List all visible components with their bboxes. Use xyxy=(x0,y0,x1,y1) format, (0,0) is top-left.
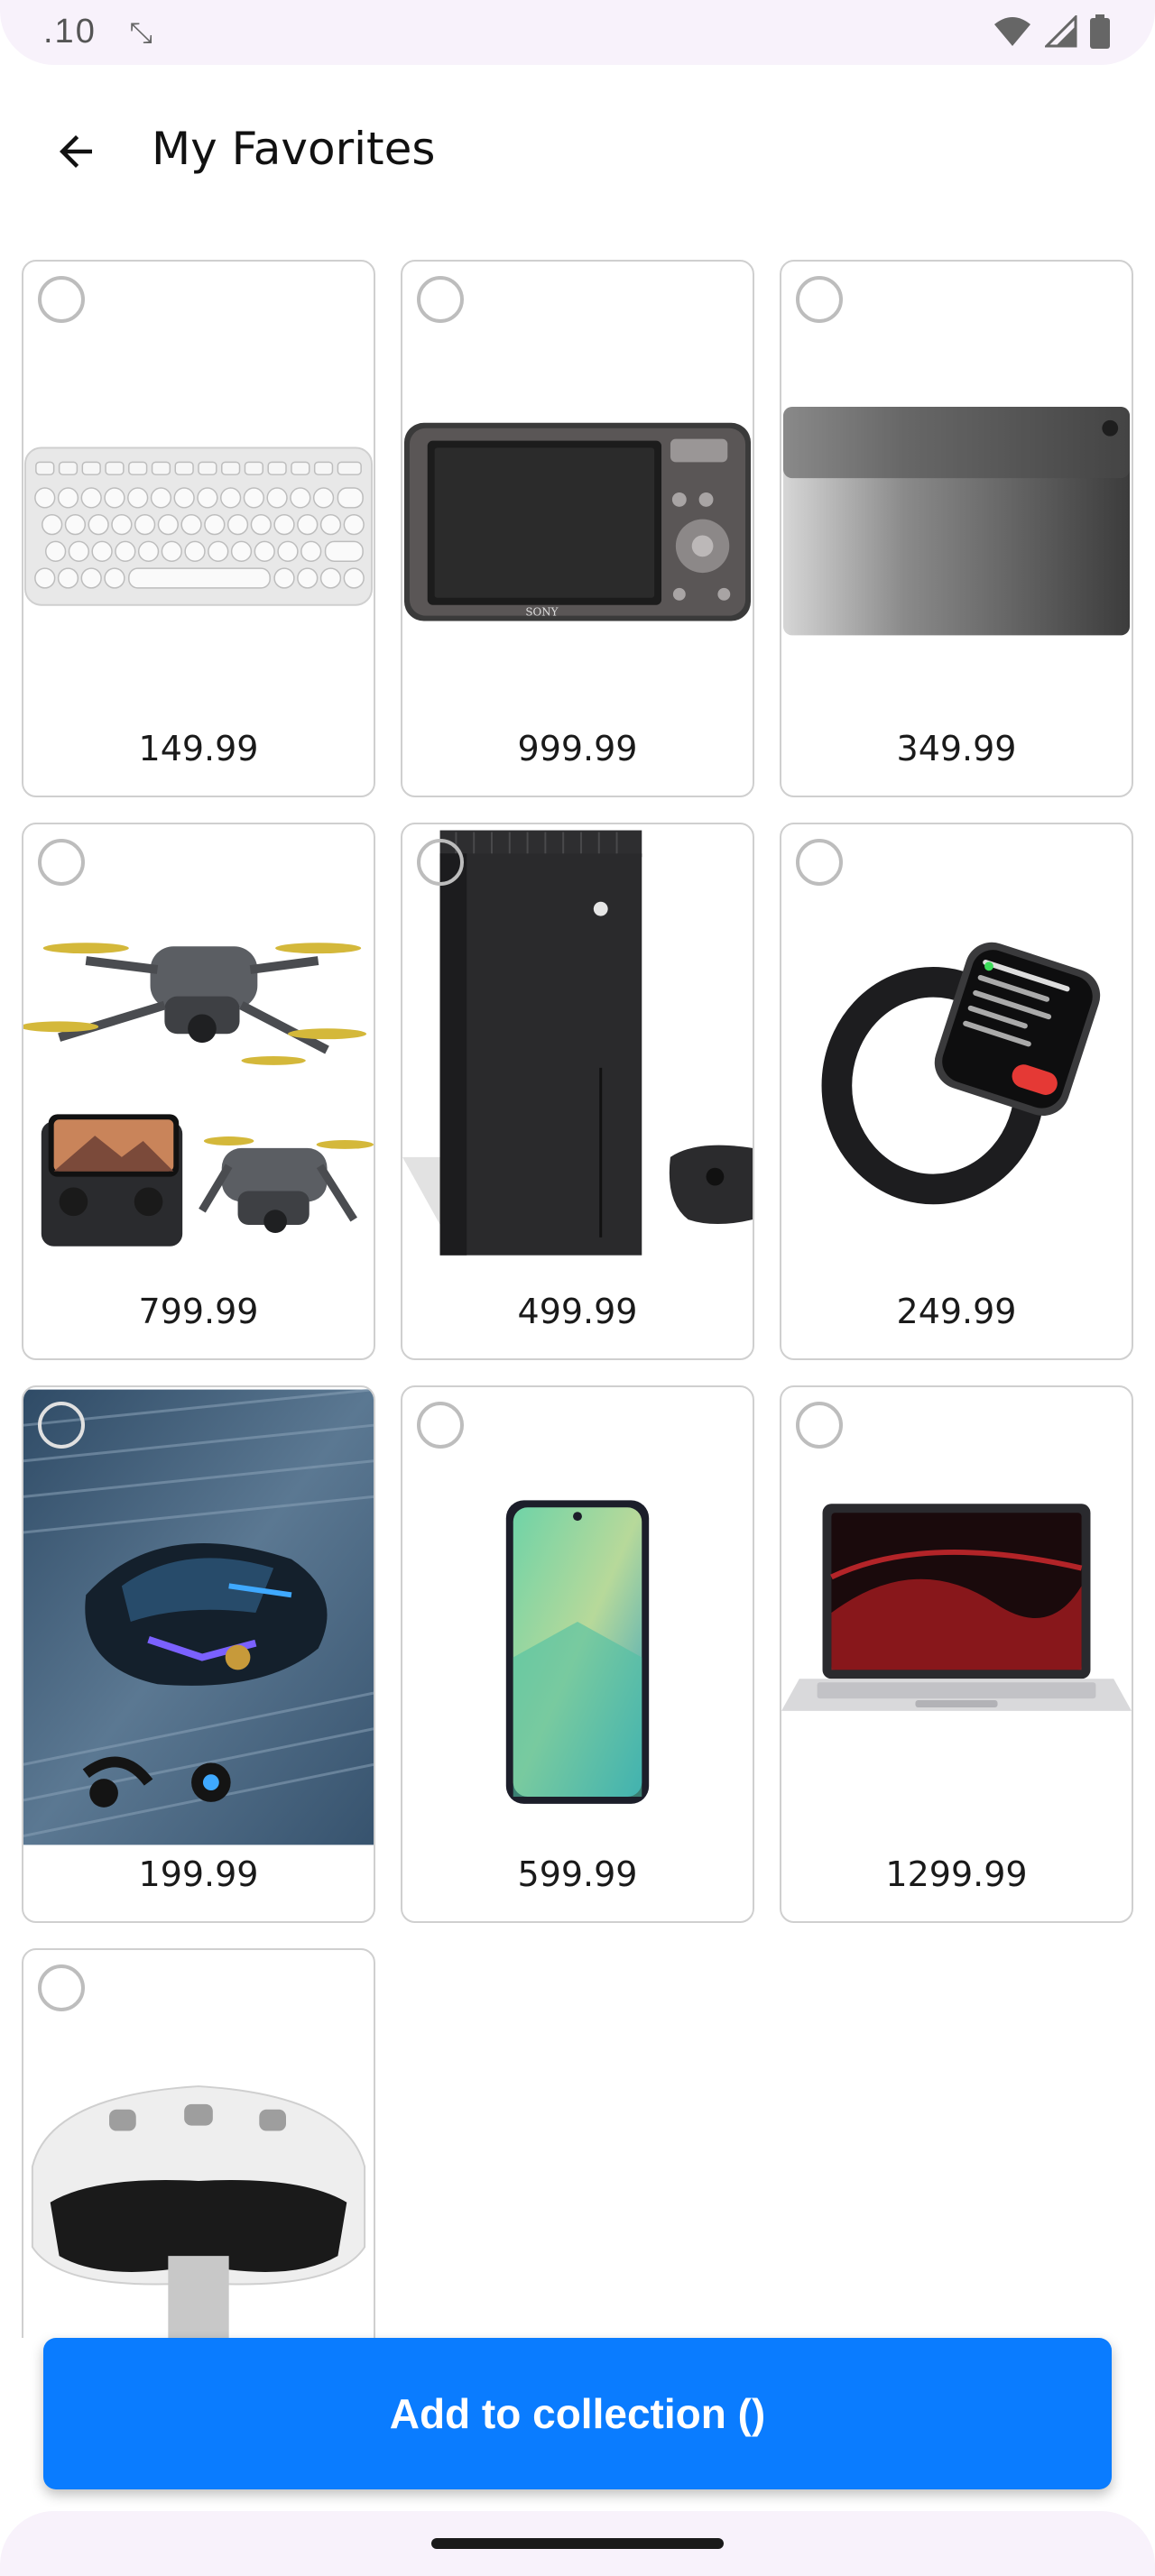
product-price: 349.99 xyxy=(896,729,1017,768)
back-button[interactable] xyxy=(40,115,112,188)
page-title: My Favorites xyxy=(152,123,436,175)
system-navigation-bar xyxy=(0,2511,1155,2576)
home-gesture-handle[interactable] xyxy=(431,2538,724,2549)
product-card[interactable]: 249.99 xyxy=(780,823,1133,1360)
favorites-grid: 149.99 SONY 999.99 349.99 799.99 499.99 … xyxy=(22,260,1133,2338)
product-card[interactable]: 1299.99 xyxy=(780,1385,1133,1923)
status-time-text: .10 xyxy=(43,13,97,51)
select-radio[interactable] xyxy=(38,276,85,323)
product-card[interactable]: 599.99 xyxy=(401,1385,754,1923)
product-card[interactable] xyxy=(22,1948,375,2338)
product-card[interactable]: 799.99 xyxy=(22,823,375,1360)
select-radio[interactable] xyxy=(38,839,85,886)
product-price: 599.99 xyxy=(517,1854,638,1894)
cellular-signal-icon xyxy=(1045,15,1077,48)
wifi-icon xyxy=(994,17,1030,46)
battery-icon xyxy=(1090,14,1110,49)
product-card[interactable]: 149.99 xyxy=(22,260,375,797)
product-image-tablet xyxy=(781,262,1132,722)
product-price: 199.99 xyxy=(138,1854,259,1894)
product-price: 149.99 xyxy=(138,729,259,768)
select-radio[interactable] xyxy=(796,839,843,886)
select-radio[interactable] xyxy=(38,1402,85,1449)
status-icons xyxy=(993,14,1110,49)
product-card[interactable]: SONY 999.99 xyxy=(401,260,754,797)
app-bar: My Favorites xyxy=(0,90,1155,213)
product-card[interactable]: 199.99 xyxy=(22,1385,375,1923)
product-image-drone xyxy=(23,824,374,1284)
product-image-keyboard xyxy=(23,262,374,722)
product-price: 249.99 xyxy=(896,1292,1017,1331)
select-radio[interactable] xyxy=(417,276,464,323)
add-to-collection-container: Add to collection () xyxy=(43,2338,1112,2489)
select-radio[interactable] xyxy=(796,276,843,323)
select-radio[interactable] xyxy=(38,1964,85,2011)
select-radio[interactable] xyxy=(417,1402,464,1449)
product-image-gaming-mouse xyxy=(23,1387,374,1847)
svg-text:SONY: SONY xyxy=(525,606,558,619)
product-card[interactable]: 349.99 xyxy=(780,260,1133,797)
product-card[interactable]: 499.99 xyxy=(401,823,754,1360)
add-to-collection-button[interactable]: Add to collection () xyxy=(43,2338,1112,2489)
product-image-vr-headset xyxy=(23,1950,374,2338)
screen-rotate-icon: ⤡ xyxy=(129,16,154,49)
select-radio[interactable] xyxy=(417,839,464,886)
product-image-smartwatch xyxy=(781,824,1132,1284)
arrow-back-icon xyxy=(60,135,92,168)
product-image-game-console xyxy=(402,824,753,1284)
status-bar: .10 ⤡ xyxy=(0,0,1155,65)
product-price: 1299.99 xyxy=(885,1854,1028,1894)
product-price: 499.99 xyxy=(517,1292,638,1331)
product-price: 799.99 xyxy=(138,1292,259,1331)
select-radio[interactable] xyxy=(796,1402,843,1449)
product-image-camera: SONY xyxy=(402,262,753,722)
status-time: .10 ⤡ xyxy=(43,13,154,51)
product-image-smartphone xyxy=(402,1387,753,1847)
product-image-laptop xyxy=(781,1387,1132,1847)
product-price: 999.99 xyxy=(517,729,638,768)
